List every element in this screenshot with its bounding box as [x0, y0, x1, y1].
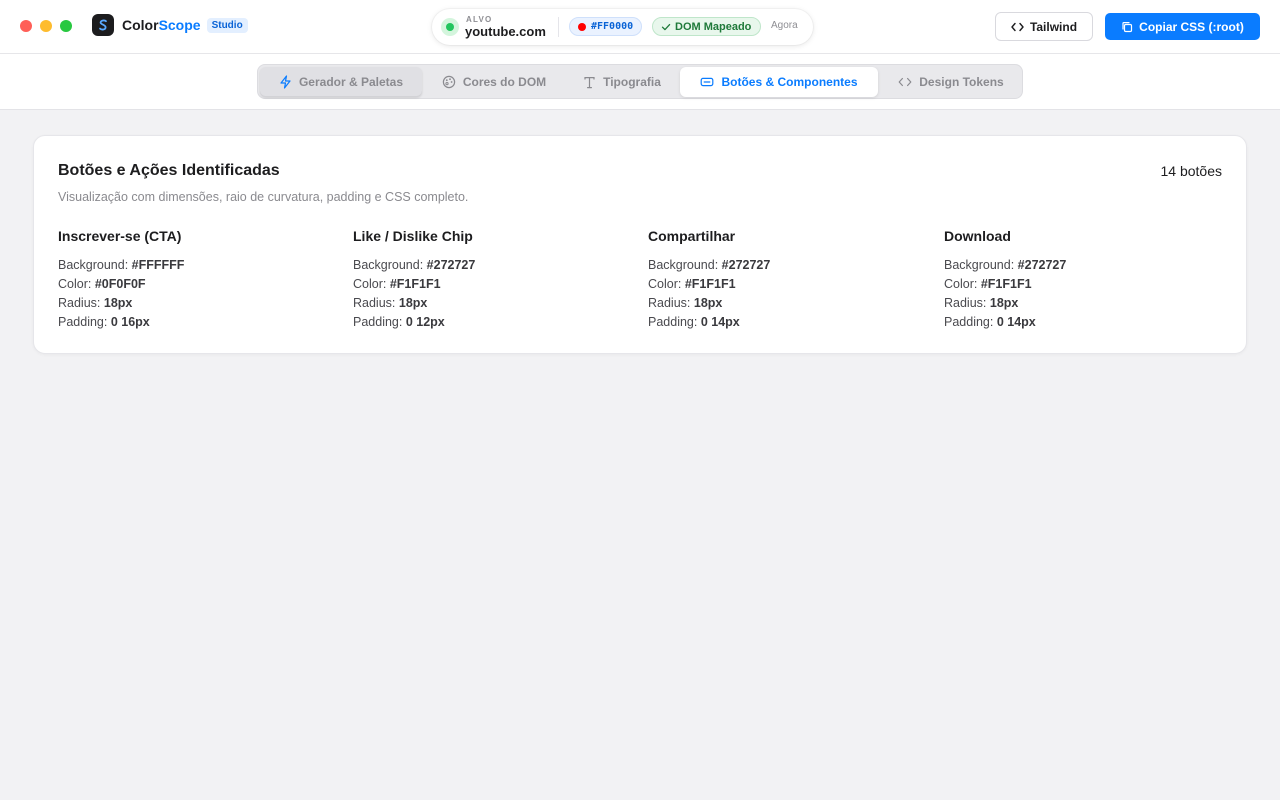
tab-design-tokens[interactable]: Design Tokens: [882, 67, 1020, 97]
button-spec: Inscrever-se (CTA) Background: #FFFFFF C…: [58, 228, 338, 332]
spec-color: Color: #0F0F0F: [58, 277, 146, 291]
palette-icon: [442, 75, 456, 89]
spec-radius: Radius: 18px: [353, 296, 428, 310]
spec-radius: Radius: 18px: [944, 296, 1019, 310]
tabs-bar: Gerador & Paletas Cores do DOM Tipografi…: [0, 54, 1280, 110]
primary-color-chip[interactable]: #FF0000: [569, 17, 643, 36]
dom-status-text: DOM Mapeado: [675, 20, 752, 33]
dom-status-badge: DOM Mapeado: [652, 17, 762, 36]
button-spec: Download Background: #272727 Color: #F1F…: [944, 228, 1224, 332]
button-component-icon: [701, 77, 714, 87]
tab-label: Tipografia: [603, 75, 661, 89]
last-update-time: Agora: [771, 20, 798, 31]
tailwind-button[interactable]: Tailwind: [995, 12, 1093, 41]
button-spec-name: Like / Dislike Chip: [353, 228, 473, 244]
title-bar: ColorScope Studio ALVO youtube.com #FF00…: [0, 0, 1280, 54]
spec-radius: Radius: 18px: [58, 296, 133, 310]
pill-divider: [558, 17, 559, 37]
tab-label: Gerador & Paletas: [298, 75, 404, 89]
tab-botoes-componentes[interactable]: Botões & Componentes: [680, 67, 878, 97]
live-status-icon: [441, 18, 459, 36]
spec-background: Background: #FFFFFF: [58, 258, 185, 272]
check-icon: [661, 23, 671, 30]
tab-label: Cores do DOM: [462, 75, 547, 89]
target-domain: youtube.com: [465, 24, 546, 39]
copy-icon: [1122, 21, 1133, 32]
code-icon: [1011, 22, 1024, 31]
minimize-window-button[interactable]: [40, 20, 52, 32]
close-window-button[interactable]: [20, 20, 32, 32]
app-badge: Studio: [206, 17, 248, 33]
spec-padding: Padding: 0 12px: [353, 315, 445, 329]
tab-cores-dom[interactable]: Cores do DOM: [426, 67, 562, 97]
app-name: ColorScope: [122, 17, 201, 33]
target-site-pill[interactable]: ALVO youtube.com #FF0000 DOM Mapeado Ago…: [432, 9, 813, 45]
tab-gerador-paletas[interactable]: Gerador & Paletas: [260, 67, 422, 97]
spec-background: Background: #272727: [944, 258, 1067, 272]
app-brand: ColorScope Studio: [92, 13, 248, 37]
primary-color-value: #FF0000: [591, 21, 634, 32]
bolt-icon: [280, 75, 291, 89]
spec-color: Color: #F1F1F1: [944, 277, 1032, 291]
button-spec-name: Compartilhar: [648, 228, 736, 244]
copy-css-button[interactable]: Copiar CSS (:root): [1105, 13, 1260, 40]
button-spec: Compartilhar Background: #272727 Color: …: [648, 228, 928, 332]
tab-label: Design Tokens: [919, 75, 1004, 89]
spec-padding: Padding: 0 14px: [944, 315, 1036, 329]
zoom-window-button[interactable]: [60, 20, 72, 32]
panel-title: Botões e Ações Identificadas: [58, 162, 280, 179]
spec-padding: Padding: 0 14px: [648, 315, 740, 329]
tab-list: Gerador & Paletas Cores do DOM Tipografi…: [257, 64, 1023, 99]
window-controls: [20, 20, 72, 32]
tailwind-button-label: Tailwind: [1029, 19, 1078, 34]
spec-color: Color: #F1F1F1: [648, 277, 736, 291]
button-spec: Like / Dislike Chip Background: #272727 …: [353, 228, 633, 332]
spec-color: Color: #F1F1F1: [353, 277, 441, 291]
buttons-panel: Botões e Ações Identificadas Visualizaçã…: [33, 135, 1247, 354]
copy-css-button-label: Copiar CSS (:root): [1139, 19, 1244, 34]
button-spec-name: Inscrever-se (CTA): [58, 228, 182, 244]
spec-radius: Radius: 18px: [648, 296, 723, 310]
color-swatch-icon: [578, 22, 586, 31]
tab-label: Botões & Componentes: [721, 75, 858, 89]
spec-padding: Padding: 0 16px: [58, 315, 150, 329]
panel-subtitle: Visualização com dimensões, raio de curv…: [58, 190, 469, 204]
button-count: 14 botões: [1160, 163, 1223, 179]
code-icon: [898, 77, 912, 87]
target-label: ALVO: [466, 15, 493, 24]
button-spec-name: Download: [944, 228, 1011, 244]
spec-background: Background: #272727: [648, 258, 771, 272]
spec-background: Background: #272727: [353, 258, 476, 272]
app-logo-icon: [92, 14, 114, 36]
type-icon: [584, 76, 595, 88]
tab-tipografia[interactable]: Tipografia: [564, 67, 680, 97]
